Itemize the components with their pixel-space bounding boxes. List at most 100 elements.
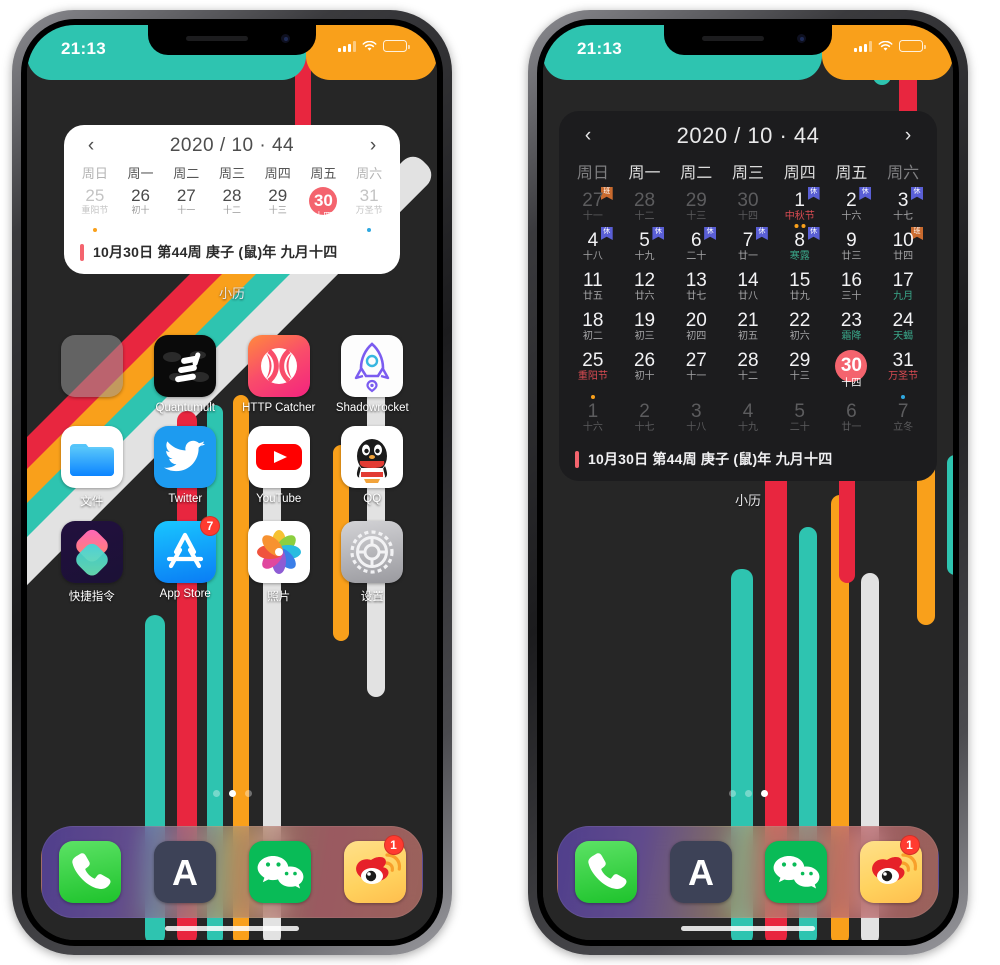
calendar-day[interactable]: 6 廿一	[826, 398, 878, 438]
calendar-day[interactable]: 3 十七休	[877, 187, 929, 227]
http-catcher-icon[interactable]	[247, 335, 310, 397]
calendar-day[interactable]: 27 十一	[163, 184, 209, 231]
calendar-day[interactable]: 20 初四	[670, 307, 722, 347]
calendar-day[interactable]: 5 二十	[774, 398, 826, 438]
app-设置[interactable]: 设置	[326, 521, 420, 604]
calendar-day[interactable]: 26 初十	[118, 184, 164, 231]
calendar-day[interactable]: 6 二十休	[670, 227, 722, 267]
next-month-button-large[interactable]: ›	[897, 125, 919, 147]
shortcuts-icon[interactable]	[60, 521, 123, 583]
app-Quantumult[interactable]: Quantumult	[139, 335, 233, 414]
dock-wechat-icon[interactable]	[248, 841, 311, 903]
page-dot-2[interactable]	[760, 790, 768, 797]
page-dot-0[interactable]	[728, 790, 736, 797]
calendar-day[interactable]: 7 立冬	[877, 398, 929, 438]
calendar-day[interactable]: 3 十八	[670, 398, 722, 438]
calendar-day[interactable]: 31 万圣节	[346, 184, 392, 232]
calendar-day[interactable]: 18 初二	[567, 307, 619, 347]
app-HTTP Catcher[interactable]: HTTP Catcher	[232, 335, 326, 414]
shadowrocket-icon[interactable]	[341, 335, 404, 397]
calendar-day[interactable]: 26 初十	[619, 347, 671, 398]
app-Shadowrocket[interactable]: Shadowrocket	[326, 335, 420, 414]
calendar-day[interactable]: 15 廿九	[774, 267, 826, 307]
dock-weibo-icon[interactable]: 1	[343, 835, 406, 903]
calendar-day[interactable]: 5 十九休	[619, 227, 671, 267]
app-快捷指令[interactable]: 快捷指令	[45, 521, 139, 604]
dock-alipay-icon[interactable]: A	[153, 841, 216, 903]
calendar-day[interactable]: 4 十八休	[567, 227, 619, 267]
calendar-day[interactable]: 27 十一班	[567, 187, 619, 227]
calendar-day[interactable]: 13 廿七	[670, 267, 722, 307]
calendar-widget-large[interactable]: ‹ 2020 / 10 · 44 › 周日 周一 周二 周三 周四 周五 周六 27 十一班 2…	[559, 111, 937, 481]
alipay-icon[interactable]: A	[669, 841, 732, 903]
settings-icon[interactable]	[341, 521, 404, 583]
app-YouTube[interactable]: YouTube	[232, 426, 326, 509]
calendar-day[interactable]: 31 万圣节	[877, 347, 929, 399]
calendar-day[interactable]: 16 三十	[826, 267, 878, 307]
quantumult-icon[interactable]	[154, 335, 217, 397]
youtube-icon[interactable]	[247, 426, 310, 488]
calendar-day[interactable]: 2 十六休	[826, 187, 878, 227]
calendar-day[interactable]: 1 中秋节休	[774, 187, 826, 228]
calendar-day[interactable]: 28 十二	[209, 184, 255, 231]
page-dot-0[interactable]	[212, 790, 220, 797]
calendar-day[interactable]: 30 十四	[826, 347, 878, 398]
calendar-day[interactable]: 14 廿八	[722, 267, 774, 307]
calendar-widget-small[interactable]: ‹ 2020 / 10 · 44 › 周日 周一 周二 周三 周四 周五 周六 25 重阳节 2…	[64, 125, 400, 274]
qq-icon[interactable]	[341, 426, 404, 488]
app-QQ[interactable]: QQ	[326, 426, 420, 509]
phone-icon[interactable]	[58, 841, 121, 903]
calendar-day[interactable]: 21 初五	[722, 307, 774, 347]
app-文件[interactable]: 文件	[45, 426, 139, 509]
dock-weibo-icon[interactable]: 1	[859, 835, 922, 903]
calendar-day[interactable]: 1 十六	[567, 398, 619, 438]
calendar-day[interactable]: 12 廿六	[619, 267, 671, 307]
home-indicator[interactable]	[165, 926, 299, 931]
twitter-icon[interactable]	[154, 426, 217, 488]
calendar-day[interactable]: 2 十七	[619, 398, 671, 438]
dock-alipay-icon[interactable]: A	[669, 841, 732, 903]
calendar-day[interactable]: 9 廿三	[826, 227, 878, 267]
app-Twitter[interactable]: Twitter	[139, 426, 233, 509]
calendar-day[interactable]: 11 廿五	[567, 267, 619, 307]
photos-icon[interactable]	[247, 521, 310, 583]
calendar-day[interactable]: 25 重阳节	[72, 184, 118, 232]
calendar-day[interactable]: 10 廿四班	[877, 227, 929, 267]
calendar-day[interactable]: 25 重阳节	[567, 347, 619, 399]
dock-phone-icon[interactable]	[574, 841, 637, 903]
page-dot-1[interactable]	[228, 790, 236, 797]
page-dots-right[interactable]	[543, 790, 953, 797]
dock-phone-icon[interactable]	[58, 841, 121, 903]
calendar-day[interactable]: 28 十二	[619, 187, 671, 227]
app-App Store[interactable]: 7 App Store	[139, 516, 233, 604]
dock-wechat-icon[interactable]	[764, 841, 827, 903]
page-dot-1[interactable]	[744, 790, 752, 797]
next-month-button[interactable]: ›	[362, 135, 384, 157]
calendar-day[interactable]: 27 十一	[670, 347, 722, 398]
calendar-day[interactable]: 29 十三	[255, 184, 301, 231]
prev-month-button-large[interactable]: ‹	[577, 125, 599, 147]
wechat-icon[interactable]	[248, 841, 311, 903]
page-dot-2[interactable]	[244, 790, 252, 797]
page-dots-left[interactable]	[27, 790, 437, 797]
calendar-day[interactable]: 17 九月	[877, 267, 929, 307]
wechat-icon[interactable]	[764, 841, 827, 903]
calendar-day[interactable]: 29 十三	[670, 187, 722, 227]
calendar-day[interactable]: 24 天蝎	[877, 307, 929, 347]
app-照片[interactable]: 照片	[232, 521, 326, 604]
calendar-day[interactable]: 29 十三	[774, 347, 826, 398]
home-indicator-r[interactable]	[681, 926, 815, 931]
alipay-icon[interactable]: A	[153, 841, 216, 903]
folder-icon[interactable]	[60, 335, 123, 397]
files-icon[interactable]	[60, 426, 123, 488]
calendar-day[interactable]: 23 霜降	[826, 307, 878, 347]
calendar-day[interactable]: 30 十四	[301, 184, 347, 231]
calendar-day[interactable]: 7 廿一休	[722, 227, 774, 267]
calendar-day[interactable]: 19 初三	[619, 307, 671, 347]
calendar-day[interactable]: 4 十九	[722, 398, 774, 438]
app-folder-icon[interactable]	[45, 335, 139, 414]
calendar-day[interactable]: 8 寒露休	[774, 227, 826, 267]
calendar-day[interactable]: 30 十四	[722, 187, 774, 227]
calendar-day[interactable]: 22 初六	[774, 307, 826, 347]
prev-month-button[interactable]: ‹	[80, 135, 102, 157]
